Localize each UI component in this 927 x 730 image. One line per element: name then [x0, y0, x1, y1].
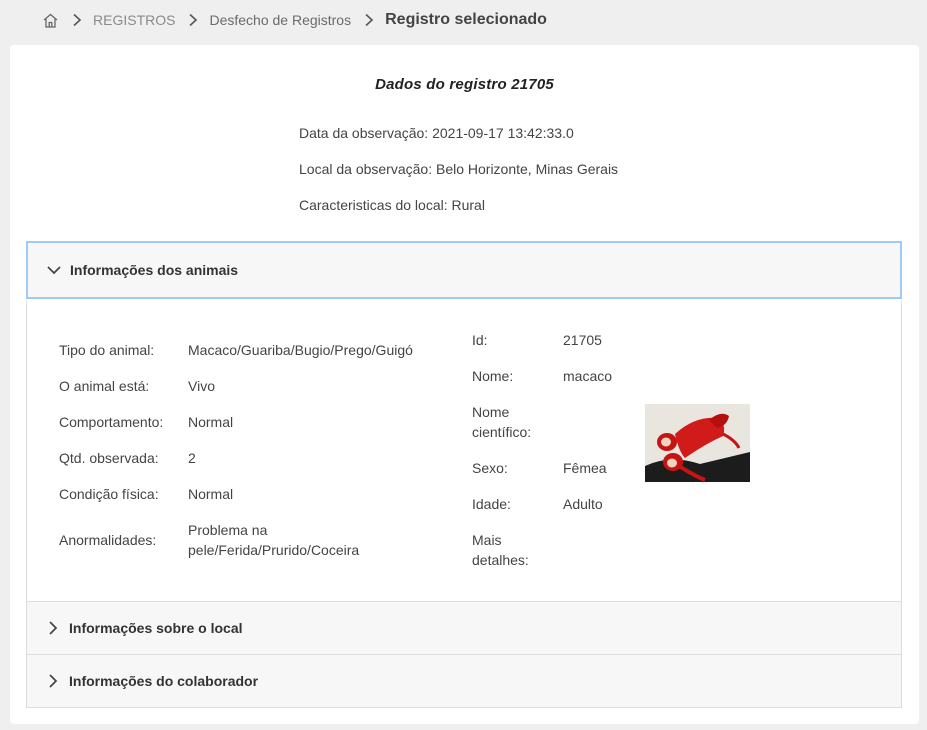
accordion-collaborator-header[interactable]: Informações do colaborador	[27, 655, 901, 707]
label-nome: Nome:	[472, 368, 514, 384]
record-card: Dados do registro 21705 Data da observaç…	[10, 45, 919, 724]
observation-place: Local da observação: Belo Horizonte, Min…	[299, 161, 619, 177]
value-sexo: Fêmea	[563, 460, 607, 476]
home-icon[interactable]	[42, 12, 59, 29]
accordion-animals-label: Informações dos animais	[70, 262, 239, 278]
breadcrumb-registros[interactable]: REGISTROS	[93, 12, 175, 28]
label-comportamento: Comportamento:	[59, 414, 164, 430]
label-anormalidades: Anormalidades:	[59, 532, 157, 548]
label-sexo: Sexo:	[472, 460, 508, 476]
label-quantidade: Qtd. observada:	[59, 450, 159, 466]
accordion-animals-header[interactable]: Informações dos animais	[28, 243, 900, 297]
accordion-animals[interactable]: Informações dos animais	[26, 241, 902, 299]
breadcrumb: REGISTROS Desfecho de Registros Registro…	[42, 8, 547, 32]
chevron-down-icon	[46, 262, 62, 278]
observation-date: Data da observação: 2021-09-17 13:42:33.…	[299, 125, 574, 141]
accordion-place-header[interactable]: Informações sobre o local	[27, 602, 901, 654]
chevron-right-icon	[45, 620, 61, 636]
chevron-right-icon	[71, 13, 83, 27]
value-condicao: Normal	[188, 486, 234, 502]
label-tipo: Tipo do animal:	[59, 342, 155, 358]
label-idade: Idade:	[472, 496, 511, 512]
value-tipo: Macaco/Guariba/Bugio/Prego/Guigó	[188, 342, 413, 358]
chevron-right-icon	[363, 13, 375, 27]
label-detalhes-line1: Mais	[472, 532, 502, 548]
breadcrumb-desfecho[interactable]: Desfecho de Registros	[209, 12, 351, 28]
value-comportamento: Normal	[188, 414, 234, 430]
record-title: Dados do registro 21705	[375, 76, 554, 93]
label-estado: O animal está:	[59, 378, 150, 394]
animal-photo[interactable]	[645, 404, 750, 482]
accordion-collaborator[interactable]: Informações do colaborador	[26, 654, 902, 708]
chevron-right-icon	[187, 13, 199, 27]
label-nome-cientifico-line2: científico:	[472, 424, 532, 440]
value-nome: macaco	[563, 368, 613, 384]
value-anormalidades-line1: Problema na	[188, 522, 268, 538]
accordion-place-label: Informações sobre o local	[69, 620, 243, 636]
place-features: Caracteristicas do local: Rural	[299, 197, 485, 213]
value-anormalidades-line2: pele/Ferida/Prurido/Coceira	[188, 542, 360, 558]
animals-panel: Tipo do animal: Macaco/Guariba/Bugio/Pre…	[26, 301, 902, 601]
label-id: Id:	[472, 332, 488, 348]
label-detalhes-line2: detalhes:	[472, 552, 529, 568]
value-id: 21705	[563, 332, 602, 348]
label-nome-cientifico-line1: Nome	[472, 404, 510, 420]
breadcrumb-current: Registro selecionado	[385, 11, 547, 28]
value-quantidade: 2	[188, 450, 196, 466]
accordion-collaborator-label: Informações do colaborador	[69, 673, 259, 689]
accordion-place[interactable]: Informações sobre o local	[26, 601, 902, 655]
value-idade: Adulto	[563, 496, 603, 512]
label-condicao: Condição física:	[59, 486, 159, 502]
chevron-right-icon	[45, 673, 61, 689]
value-estado: Vivo	[188, 378, 215, 394]
